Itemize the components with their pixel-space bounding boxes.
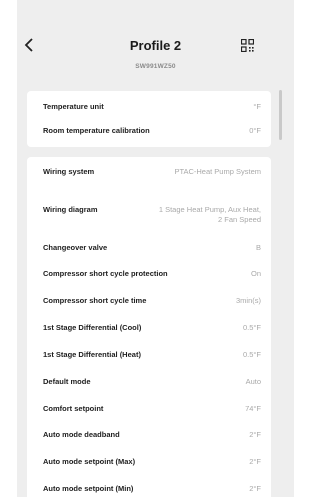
device-serial: SW991WZ50 (135, 63, 176, 70)
setting-label: 1st Stage Differential (Cool) (43, 323, 142, 332)
setting-row-1st-stage-differential-heat[interactable]: 1st Stage Differential (Heat) 0.5°F (43, 350, 261, 360)
setting-row-auto-mode-setpoint-max[interactable]: Auto mode setpoint (Max) 2°F (43, 457, 261, 467)
setting-label: Auto mode deadband (43, 430, 120, 439)
setting-value: B (255, 243, 261, 252)
setting-label: Room temperature calibration (43, 126, 150, 135)
setting-row-room-temperature-calibration[interactable]: Room temperature calibration 0°F (43, 126, 261, 136)
setting-value: 0.5°F (242, 323, 261, 332)
setting-value: On (250, 269, 261, 278)
setting-value: 2°F (249, 457, 261, 466)
profile-screen: Profile 2 SW991WZ50 Temperature unit °F … (17, 0, 294, 497)
setting-row-comfort-setpoint[interactable]: Comfort setpoint 74°F (43, 404, 261, 414)
setting-row-default-mode[interactable]: Default mode Auto (43, 377, 261, 387)
setting-value: Auto (245, 377, 261, 386)
setting-row-wiring-system[interactable]: Wiring system PTAC-Heat Pump System (43, 167, 261, 177)
setting-value: 2°F (249, 484, 261, 493)
setting-label: Auto mode setpoint (Min) (43, 484, 134, 493)
setting-value: 0.5°F (242, 350, 261, 359)
setting-label: 1st Stage Differential (Heat) (43, 350, 141, 359)
setting-row-auto-mode-setpoint-min[interactable]: Auto mode setpoint (Min) 2°F (43, 484, 261, 494)
setting-label: Temperature unit (43, 102, 104, 111)
setting-label: Comfort setpoint (43, 404, 104, 413)
setting-label: Compressor short cycle protection (43, 269, 168, 278)
units-card: Temperature unit °F Room temperature cal… (27, 91, 271, 147)
setting-value: 1 Stage Heat Pump, Aux Heat, 2 Fan Speed (158, 205, 261, 224)
setting-value: 74°F (245, 404, 261, 413)
setting-value: 2°F (249, 430, 261, 439)
setting-label: Wiring diagram (43, 205, 98, 214)
scrollbar[interactable] (279, 90, 282, 140)
setting-row-changeover-valve[interactable]: Changeover valve B (43, 243, 261, 253)
setting-label: Auto mode setpoint (Max) (43, 457, 136, 466)
setting-label: Compressor short cycle time (43, 296, 147, 305)
setting-value: PTAC-Heat Pump System (174, 167, 261, 176)
setting-row-1st-stage-differential-cool[interactable]: 1st Stage Differential (Cool) 0.5°F (43, 323, 261, 333)
header: Profile 2 SW991WZ50 (17, 0, 294, 88)
setting-row-temperature-unit[interactable]: Temperature unit °F (43, 102, 261, 112)
setting-label: Wiring system (43, 167, 95, 176)
setting-label: Changeover valve (43, 243, 108, 252)
setting-value: 3min(s) (235, 296, 261, 305)
setting-row-auto-mode-deadband[interactable]: Auto mode deadband 2°F (43, 430, 261, 440)
setting-value: °F (253, 102, 261, 111)
setting-label: Default mode (43, 377, 91, 386)
setting-row-wiring-diagram[interactable]: Wiring diagram 1 Stage Heat Pump, Aux He… (43, 205, 261, 225)
setting-value: 0°F (249, 126, 261, 135)
wiring-card: Wiring system PTAC-Heat Pump System Wiri… (27, 157, 271, 497)
setting-row-compressor-short-cycle-protection[interactable]: Compressor short cycle protection On (43, 269, 261, 279)
setting-row-compressor-short-cycle-time[interactable]: Compressor short cycle time 3min(s) (43, 296, 261, 306)
qr-code-button[interactable] (240, 38, 255, 53)
qr-code-icon (240, 38, 255, 53)
